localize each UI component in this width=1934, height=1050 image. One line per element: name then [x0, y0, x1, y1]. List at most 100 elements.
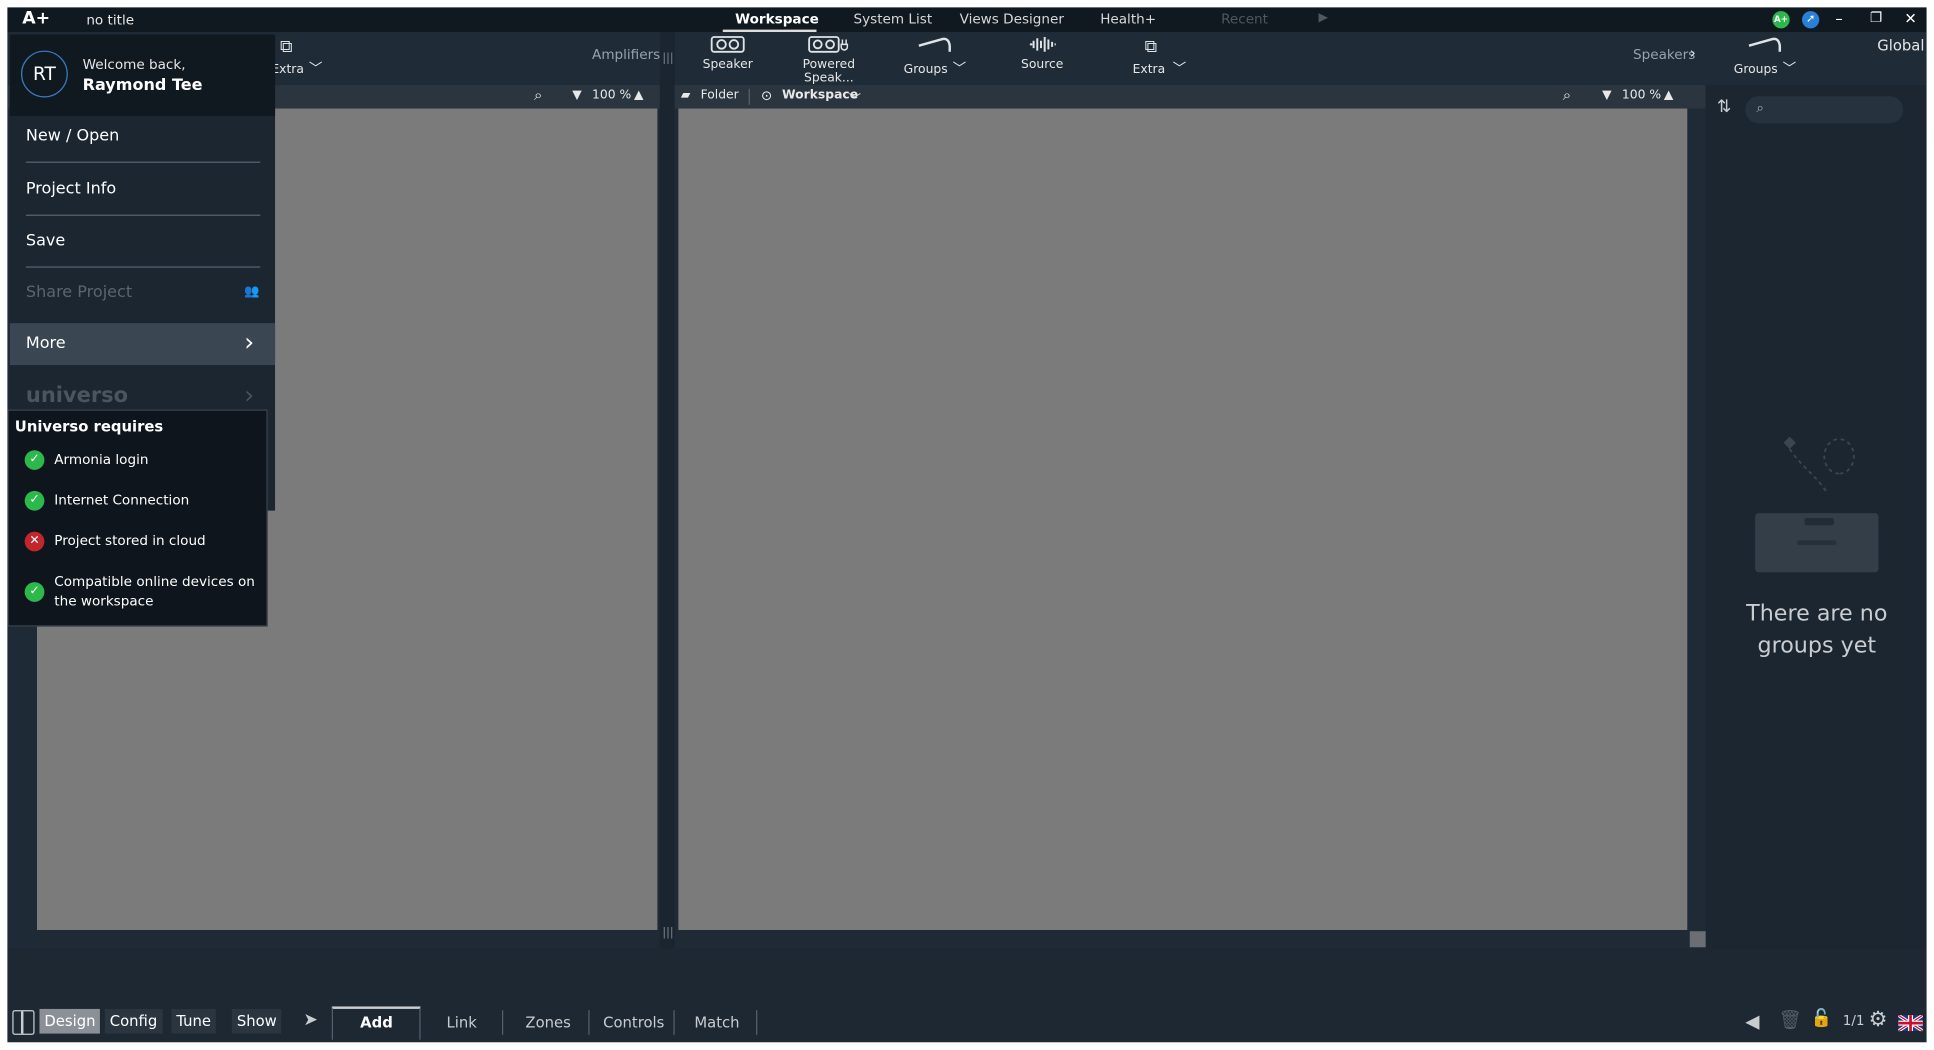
left-horizontal-scrollbar[interactable]	[37, 933, 658, 947]
zoom-up-icon[interactable]: ▲	[1664, 89, 1674, 103]
menu-item-save[interactable]: Save	[26, 232, 65, 251]
unlock-icon[interactable]: 🔓	[1811, 1009, 1833, 1029]
source-icon	[1015, 36, 1069, 58]
workspace-target-icon: ⊙	[761, 87, 773, 104]
sort-az-icon[interactable]: ⇅	[1717, 97, 1731, 117]
chevron-down-icon: ﹀	[1172, 60, 1187, 77]
speaker-volume-icon[interactable]: ◀	[1745, 1010, 1759, 1032]
chevron-down-icon: ﹀	[952, 60, 967, 77]
zoom-fit-icon[interactable]: ⌕	[1563, 86, 1571, 105]
main-zoom-value: 100 %	[1621, 88, 1662, 103]
universo-logo[interactable]: universo	[26, 384, 128, 409]
menu-item-new-open[interactable]: New / Open	[26, 127, 119, 146]
source-tool[interactable]: Source	[1015, 36, 1069, 72]
share-people-icon: 👥	[244, 284, 260, 299]
menu-divider	[25, 161, 261, 163]
groups-tool[interactable]: Groups ﹀	[898, 36, 972, 78]
account-status-icon[interactable]: A+	[1772, 11, 1790, 29]
chevron-right-icon: ›	[244, 326, 255, 357]
menu-item-more[interactable]: More ›	[9, 323, 276, 366]
settings-gear-icon[interactable]: ⚙	[1869, 1008, 1888, 1033]
tab-recent[interactable]: Recent	[1221, 11, 1268, 27]
welcome-text: Welcome back,	[82, 56, 186, 73]
mode-config[interactable]: Config	[104, 1008, 163, 1034]
action-add[interactable]: Add	[360, 1014, 393, 1031]
document-title: no title	[86, 12, 135, 29]
close-icon[interactable]: ✕	[1904, 10, 1916, 27]
global-label[interactable]: Global	[1877, 37, 1924, 54]
empty-state-line1: There are no	[1746, 600, 1888, 627]
tab-views-designer[interactable]: Views Designer	[960, 11, 1064, 27]
avatar[interactable]: RT	[20, 50, 68, 98]
action-link[interactable]: Link	[446, 1014, 476, 1031]
groups-tool-label: Groups	[903, 62, 948, 77]
folder-button[interactable]: Folder	[701, 89, 739, 103]
check-icon: ✓	[24, 582, 45, 602]
panel-splitter[interactable]: ||| |||	[659, 32, 675, 949]
tab-workspace[interactable]: Workspace	[735, 11, 819, 27]
tab-health-plus[interactable]: Health+	[1100, 11, 1156, 27]
workspace-dropdown[interactable]: Workspace	[782, 89, 858, 103]
title-bar: A+ no title Workspace System List Views …	[7, 7, 1927, 33]
search-icon: ⌕	[1756, 99, 1764, 116]
chevron-right-icon[interactable]: ›	[1690, 44, 1696, 61]
speaker-tool-label: Speaker	[702, 57, 753, 72]
left-extra-tool[interactable]: ⧉ Extra ﹀	[271, 36, 322, 78]
mode-design[interactable]: Design	[39, 1008, 101, 1034]
action-controls[interactable]: Controls	[603, 1014, 664, 1031]
groups-search-input[interactable]: ⌕	[1745, 96, 1904, 124]
rocket-icon[interactable]: ➚	[1801, 11, 1820, 29]
minimize-icon[interactable]: –	[1835, 10, 1842, 27]
source-tool-label: Source	[1021, 57, 1064, 72]
bottom-bar: Design Config Tune Show ➤ Add Link Zones…	[7, 1001, 1927, 1043]
scroll-corner	[1689, 931, 1706, 948]
empty-state-line2: groups yet	[1757, 632, 1877, 659]
pointer-icon[interactable]: ➤	[303, 1010, 317, 1030]
strip-divider	[748, 88, 750, 105]
workspace-canvas[interactable]	[678, 108, 1688, 930]
action-match[interactable]: Match	[694, 1014, 739, 1031]
zoom-down-icon[interactable]: ▼	[1602, 89, 1612, 103]
zoom-fit-icon[interactable]: ⌕	[534, 86, 542, 105]
play-icon[interactable]: ▶	[1319, 11, 1329, 25]
menu-divider	[25, 266, 261, 268]
menu-item-project-info[interactable]: Project Info	[26, 180, 116, 199]
tab-system-list[interactable]: System List	[854, 11, 933, 27]
restore-icon[interactable]: ❐	[1870, 10, 1882, 26]
menu-item-share-project[interactable]: Share Project	[26, 284, 132, 303]
language-flag-icon[interactable]	[1897, 1013, 1924, 1033]
cross-icon: ✕	[24, 531, 45, 552]
popup-title: Universo requires	[14, 418, 164, 436]
right-groups-tool[interactable]: Groups ﹀	[1732, 36, 1799, 78]
left-extra-label: Extra	[271, 62, 304, 77]
trash-icon[interactable]: 🗑	[1779, 1009, 1802, 1031]
zoom-down-icon[interactable]: ▼	[572, 89, 582, 103]
workspace-vertical-scrollbar[interactable]	[1692, 108, 1705, 930]
action-separator	[588, 1010, 590, 1035]
left-zoom-value: 100 %	[592, 88, 632, 103]
app-logo[interactable]: A+	[22, 9, 50, 29]
speaker-tool[interactable]: Speaker	[699, 36, 756, 72]
empty-box-icon	[1753, 436, 1881, 590]
right-groups-tool-label: Groups	[1733, 62, 1778, 77]
sidebar-scrollbar[interactable]	[1911, 134, 1925, 949]
mode-show[interactable]: Show	[231, 1008, 282, 1034]
mode-tune[interactable]: Tune	[171, 1008, 216, 1034]
action-separator	[756, 1010, 758, 1035]
panel-layout-icon[interactable]	[12, 1010, 35, 1035]
chevron-right-icon[interactable]: ›	[244, 380, 254, 410]
workspace-horizontal-scrollbar[interactable]	[678, 933, 1688, 947]
groups-icon	[898, 36, 972, 58]
folder-icon: ▰	[680, 88, 691, 103]
speaker-icon	[699, 36, 756, 58]
workspace-canvas-toolbar: ▰ Folder ⊙ Workspace ﹀ ⌕ ▼ 100 % ▲	[674, 85, 1706, 109]
action-zones[interactable]: Zones	[525, 1014, 570, 1031]
speakers-section-label: Speakers	[1633, 46, 1696, 63]
powered-speaker-tool[interactable]: Powered Speak...	[780, 36, 879, 85]
powered-speaker-tool-label: Powered Speak...	[802, 57, 856, 86]
extra-tool[interactable]: ⧉ Extra ﹀	[1122, 36, 1196, 78]
menu-divider	[25, 214, 261, 216]
zoom-up-icon[interactable]: ▲	[634, 89, 644, 103]
powered-speaker-icon	[780, 36, 879, 58]
chevron-down-icon[interactable]: ﹀	[849, 89, 861, 108]
